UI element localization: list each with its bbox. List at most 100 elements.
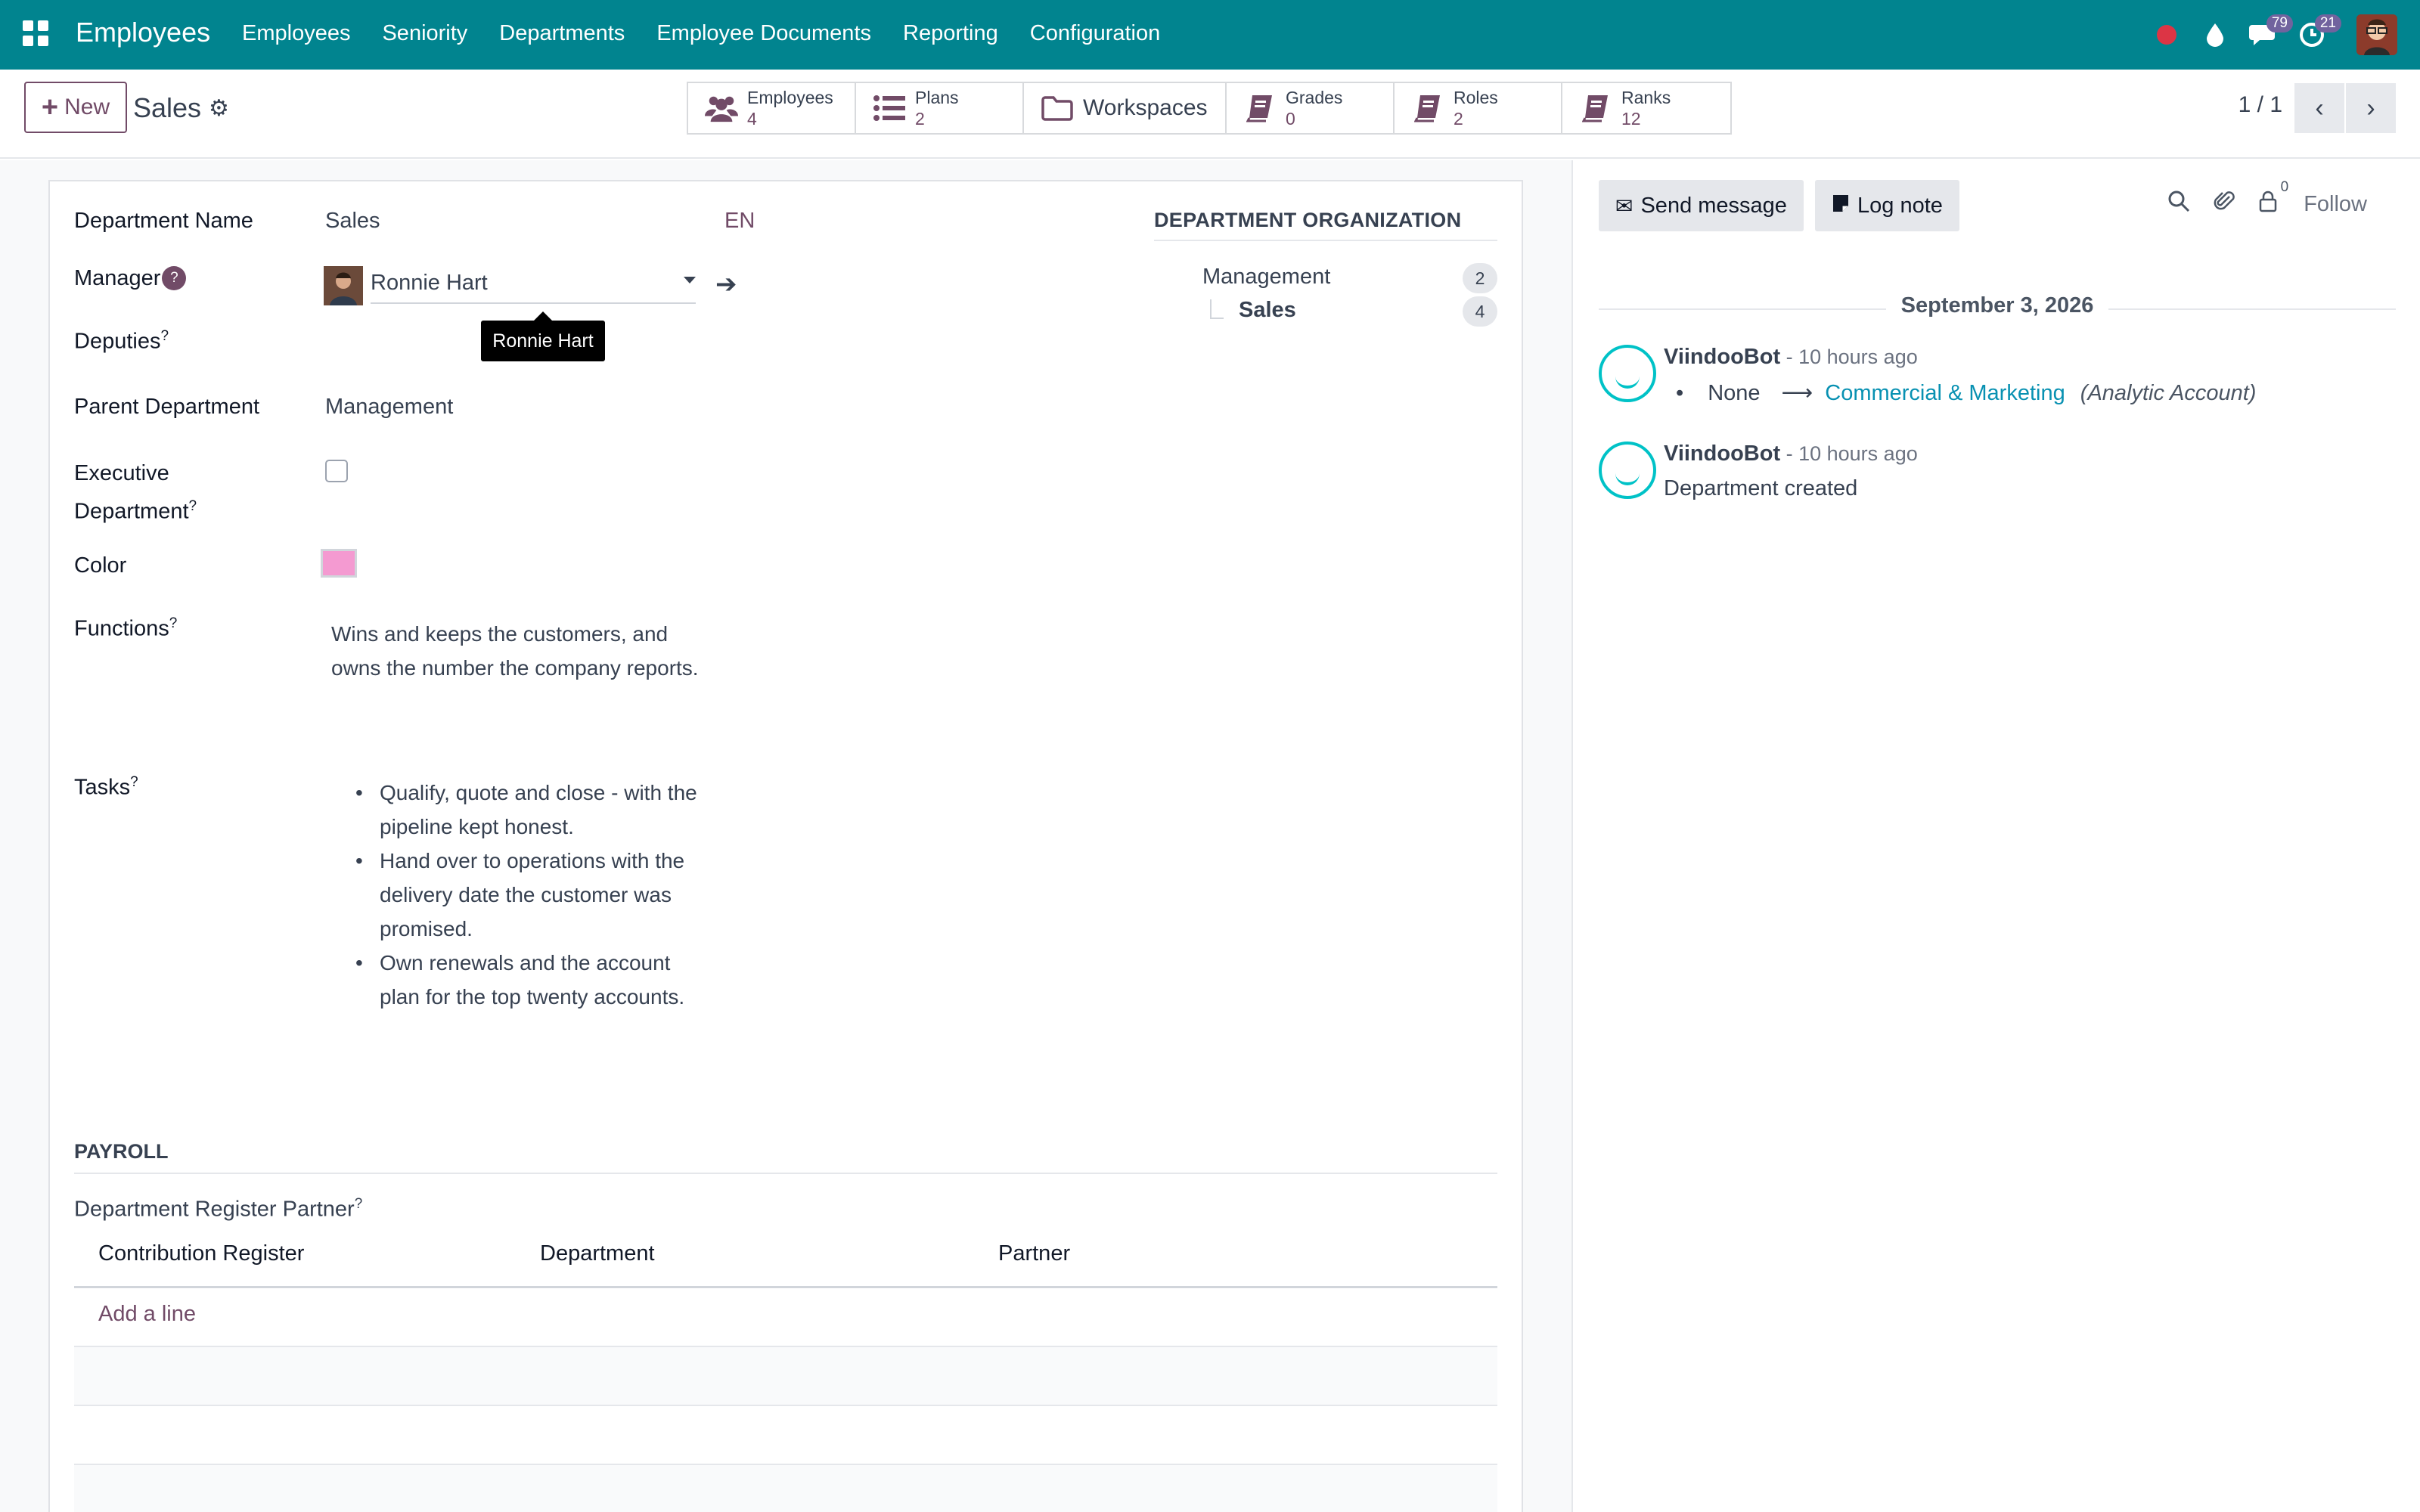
menu-employee-documents[interactable]: Employee Documents <box>656 21 871 46</box>
smart-button-label: Grades <box>1286 88 1343 107</box>
search-icon[interactable] <box>2167 190 2190 218</box>
manager-tooltip: Ronnie Hart <box>481 311 605 361</box>
help-mark[interactable]: ? <box>355 1196 363 1212</box>
menu-seniority[interactable]: Seniority <box>382 21 467 46</box>
message-body: Department created <box>1664 476 1858 500</box>
help-mark[interactable]: ? <box>130 774 138 790</box>
tasks-label: Tasks? <box>74 774 138 801</box>
apps-grid-icon[interactable] <box>23 20 48 46</box>
recording-icon[interactable] <box>2148 16 2186 54</box>
smart-button-label: Ranks <box>1621 88 1671 107</box>
followers-icon[interactable]: 0 <box>2258 179 2288 218</box>
user-avatar[interactable] <box>2356 14 2397 55</box>
payroll-section-title: PAYROLL <box>74 1140 1497 1174</box>
date-separator: September 3, 2026 <box>1599 293 2396 318</box>
plus-icon: + <box>41 91 59 123</box>
caret-down-icon[interactable] <box>684 277 696 284</box>
column-contribution-register[interactable]: Contribution Register <box>98 1241 304 1266</box>
smart-button-workspaces[interactable]: Workspaces <box>1024 83 1227 133</box>
message-author: ViindooBot - 10 hours ago <box>1664 345 1918 370</box>
menu-configuration[interactable]: Configuration <box>1030 21 1161 46</box>
smart-button-value: 2 <box>1454 109 1463 129</box>
pager-next-button[interactable]: › <box>2346 83 2396 133</box>
smart-button-employees[interactable]: Employees 4 <box>688 83 856 133</box>
executive-department-checkbox[interactable] <box>325 460 348 482</box>
follow-button[interactable]: Follow <box>2304 192 2367 217</box>
help-mark[interactable]: ? <box>189 498 197 514</box>
color-picker[interactable] <box>321 549 357 578</box>
manager-input[interactable]: Ronnie Hart <box>371 269 696 304</box>
bot-avatar[interactable] <box>1599 442 1656 499</box>
column-department[interactable]: Department <box>540 1241 655 1266</box>
task-item: Own renewals and the account plan for th… <box>331 946 709 1014</box>
tracking-new-value[interactable]: Commercial & Marketing <box>1825 381 2065 405</box>
menu-reporting[interactable]: Reporting <box>903 21 998 46</box>
send-message-button[interactable]: ✉ Send message <box>1599 180 1804 231</box>
pager-value[interactable]: 1 / 1 <box>2238 92 2282 118</box>
book-icon <box>1243 93 1277 123</box>
executive-department-label: Executive Department? <box>74 457 197 528</box>
book-icon <box>1411 93 1444 123</box>
org-row-name: Management <box>1202 265 1331 289</box>
chevron-right-icon: › <box>2366 93 2375 122</box>
new-button[interactable]: + New <box>24 82 127 133</box>
main-menu: Employees Seniority Departments Employee… <box>242 21 1192 46</box>
functions-label: Functions? <box>74 615 177 642</box>
add-a-line-link[interactable]: Add a line <box>98 1302 196 1327</box>
smart-button-ranks[interactable]: Ranks 12 <box>1562 83 1730 133</box>
smart-button-value: 4 <box>747 109 757 129</box>
users-icon <box>705 93 738 123</box>
department-organization-title: DEPARTMENT ORGANIZATION <box>1154 209 1497 241</box>
menu-departments[interactable]: Departments <box>499 21 625 46</box>
manager-field[interactable]: Ronnie Hart <box>324 266 699 305</box>
payroll-table-header: Contribution Register Department Partner <box>74 1237 1497 1288</box>
smart-buttons: Employees 4 Plans 2 Workspaces Grades 0 Rol… <box>687 82 1732 135</box>
messages-icon[interactable]: 79 <box>2245 14 2293 54</box>
tasks-editor[interactable]: Qualify, quote and close - with the pipe… <box>331 776 709 1014</box>
department-name-input[interactable]: Sales <box>325 209 380 234</box>
smart-button-value: 0 <box>1286 109 1295 129</box>
bullet: • <box>1676 381 1684 405</box>
app-brand[interactable]: Employees <box>76 17 210 48</box>
note-icon <box>1832 194 1850 218</box>
author-name[interactable]: ViindooBot <box>1664 345 1780 369</box>
smart-button-value: 12 <box>1621 109 1641 129</box>
author-name[interactable]: ViindooBot <box>1664 442 1780 466</box>
envelope-icon: ✉ <box>1615 194 1634 218</box>
parent-department-input[interactable]: Management <box>325 395 453 420</box>
chevron-left-icon: ‹ <box>2315 93 2324 122</box>
drop-icon[interactable] <box>2196 16 2234 54</box>
pager-previous-button[interactable]: ‹ <box>2294 83 2344 133</box>
smart-button-value: 2 <box>915 109 925 129</box>
smart-button-grades[interactable]: Grades 0 <box>1227 83 1395 133</box>
tracking-old-value: None <box>1708 381 1761 405</box>
help-mark[interactable]: ? <box>169 615 178 631</box>
color-label: Color <box>74 553 127 578</box>
arrow-right-icon[interactable]: ➔ <box>715 269 737 299</box>
bot-avatar[interactable] <box>1599 345 1656 402</box>
book-icon <box>1579 93 1612 123</box>
functions-editor[interactable]: Wins and keeps the customers, and owns t… <box>331 617 709 685</box>
help-icon[interactable]: ? <box>162 266 187 290</box>
gear-icon[interactable]: ⚙ <box>209 95 229 122</box>
smart-button-roles[interactable]: Roles 2 <box>1395 83 1562 133</box>
manager-label-text: Manager <box>74 266 161 290</box>
parent-department-label: Parent Department <box>74 395 260 419</box>
manager-avatar <box>324 266 363 305</box>
navbar-systray: 79 21 <box>2137 0 2397 70</box>
record-title: Sales <box>133 92 202 123</box>
smart-button-plans[interactable]: Plans 2 <box>856 83 1024 133</box>
column-partner[interactable]: Partner <box>998 1241 1070 1266</box>
org-row-sales[interactable]: Sales 4 <box>1202 296 1497 327</box>
manager-label: Manager? <box>74 266 187 291</box>
log-note-label: Log note <box>1857 193 1943 218</box>
menu-employees[interactable]: Employees <box>242 21 350 46</box>
language-button[interactable]: EN <box>724 209 755 234</box>
paperclip-icon[interactable] <box>2213 189 2235 219</box>
log-note-button[interactable]: Log note <box>1815 180 1959 231</box>
activities-badge: 21 <box>2314 14 2341 33</box>
chatter-tools: 0 Follow <box>2145 179 2367 219</box>
help-mark[interactable]: ? <box>160 328 169 344</box>
org-row-management[interactable]: Management 2 <box>1202 263 1497 293</box>
activities-clock-icon[interactable]: 21 <box>2293 14 2341 54</box>
